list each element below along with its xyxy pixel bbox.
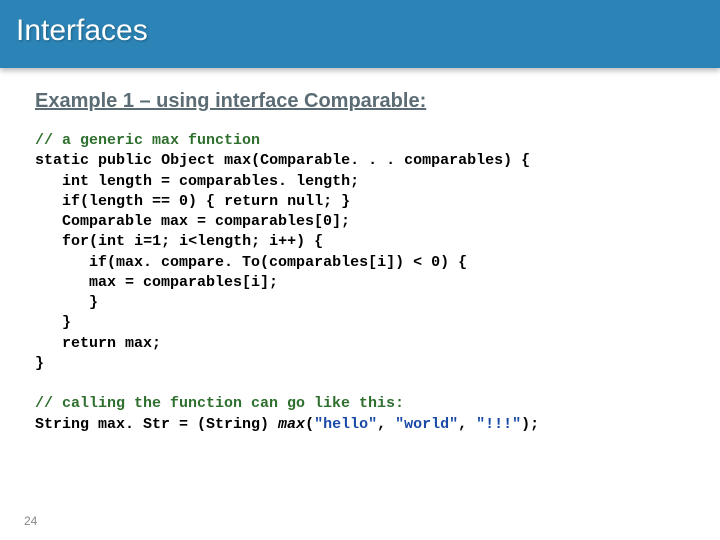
kw-return: return <box>224 193 278 210</box>
example-subtitle: Example 1 – using interface Comparable: <box>35 90 685 113</box>
code-text: , <box>377 416 395 433</box>
code-text: ; } <box>323 193 350 210</box>
kw-static: static <box>35 152 89 169</box>
code-text: String max. Str = (String) <box>35 416 278 433</box>
code-comment: // a generic max function <box>35 132 260 149</box>
code-string: "hello" <box>314 416 377 433</box>
code-text: ( <box>305 416 314 433</box>
code-text: (max. compare. To(comparables[i]) < 0) { <box>107 254 467 271</box>
title-bar: Interfaces <box>0 0 720 68</box>
kw-if: if <box>62 193 80 210</box>
code-text: length = comparables. length; <box>89 173 359 190</box>
code-text: ( <box>89 233 98 250</box>
code-text: Object max(Comparable. . . comparables) … <box>161 152 530 169</box>
code-call-max: max <box>278 416 305 433</box>
code-brace: } <box>89 294 98 311</box>
slide-content: Example 1 – using interface Comparable: … <box>35 90 685 435</box>
kw-public: public <box>98 152 152 169</box>
code-brace: } <box>35 355 44 372</box>
kw-int: int <box>62 173 89 190</box>
code-text: , <box>458 416 476 433</box>
code-brace: } <box>62 314 71 331</box>
code-text: max = comparables[i]; <box>89 274 278 291</box>
kw-int: int <box>98 233 125 250</box>
code-text: max; <box>116 335 161 352</box>
code-text: Comparable max = comparables[0]; <box>62 213 350 230</box>
code-text: i=1; i<length; i++) { <box>125 233 323 250</box>
page-number: 24 <box>24 514 37 528</box>
code-block: // a generic max function static public … <box>35 131 685 435</box>
code-comment: // calling the function can go like this… <box>35 395 404 412</box>
code-text: ); <box>521 416 539 433</box>
kw-return: return <box>62 335 116 352</box>
slide-title: Interfaces <box>0 0 720 48</box>
kw-for: for <box>62 233 89 250</box>
code-string: "world" <box>395 416 458 433</box>
kw-if: if <box>89 254 107 271</box>
kw-null: null <box>287 193 323 210</box>
code-string: "!!!" <box>476 416 521 433</box>
code-text: (length == 0) { <box>80 193 224 210</box>
